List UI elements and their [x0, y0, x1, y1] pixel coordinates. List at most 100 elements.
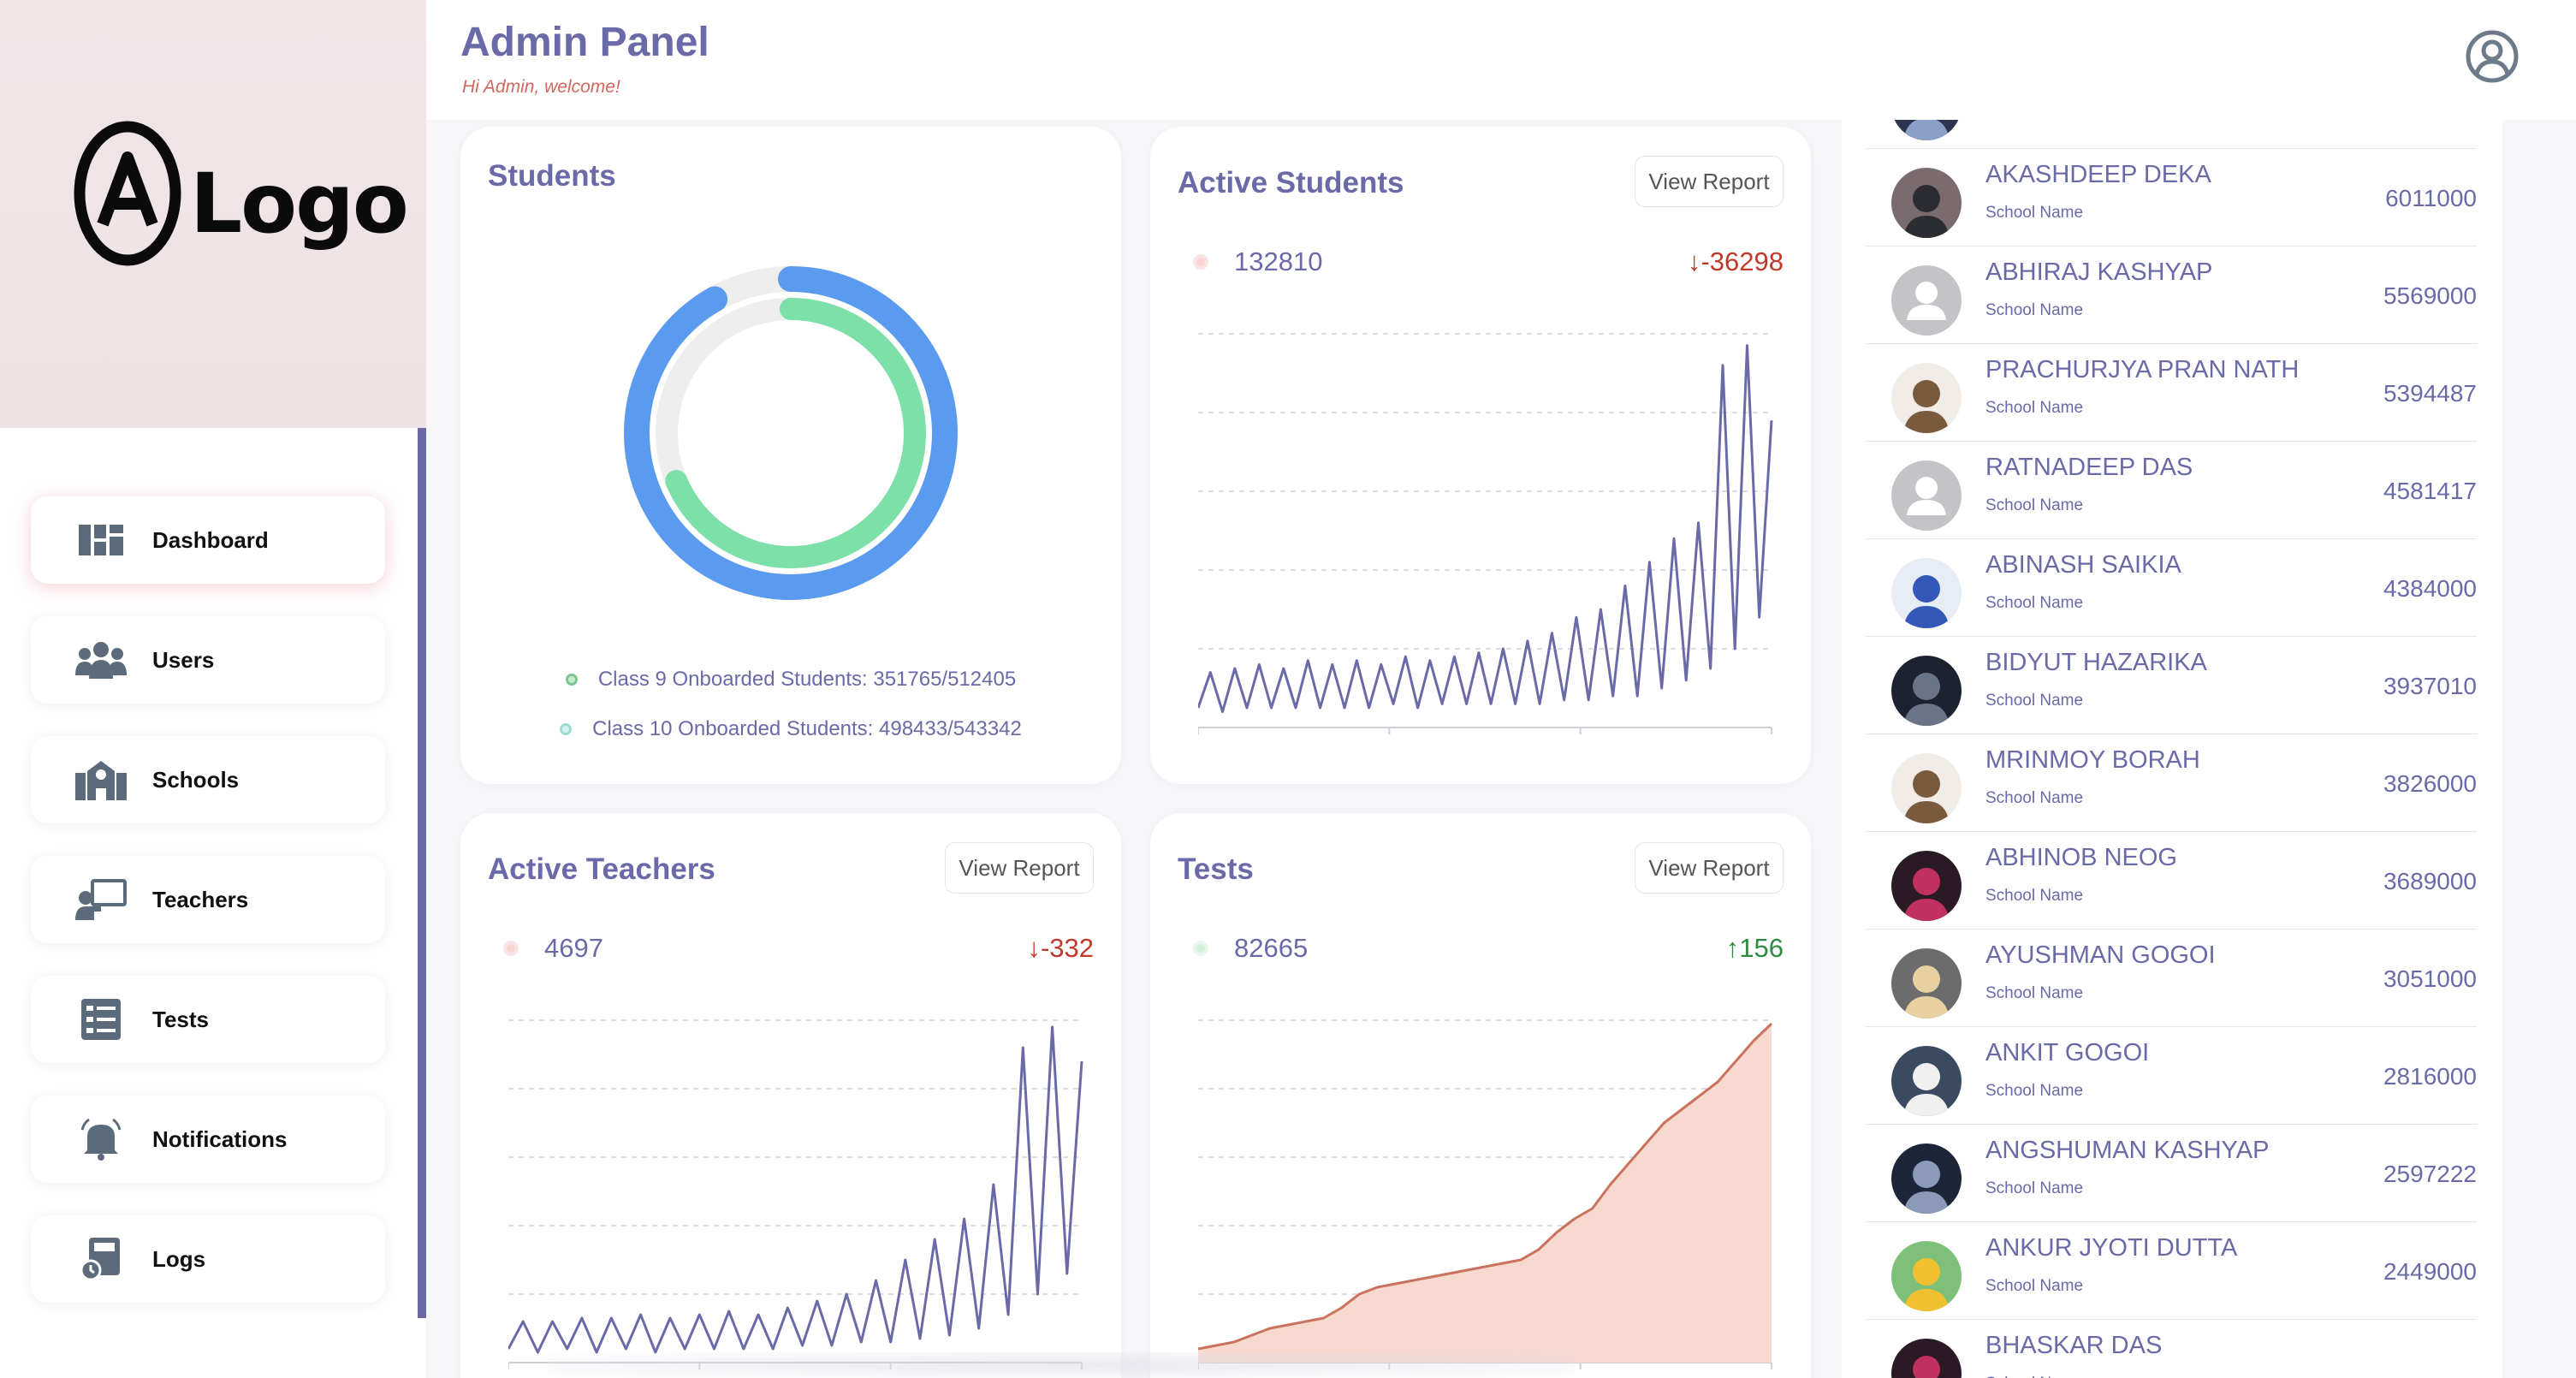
- card-title: Tests: [1178, 852, 1254, 886]
- row-name: ABINASH SAIKIA: [1985, 551, 2181, 579]
- welcome-subtitle: Hi Admin, welcome!: [462, 77, 620, 97]
- avatar: [1891, 948, 1962, 1019]
- row-score: 3826000: [2383, 770, 2477, 797]
- sidebar-item-dashboard[interactable]: Dashboard: [31, 496, 385, 584]
- series-line: [1198, 344, 1773, 714]
- logo-area: Logo: [0, 0, 426, 428]
- active-students-chart: [1198, 333, 1773, 734]
- legend-label-class10: Class 10 Onboarded Students: 498433/5433…: [592, 717, 1022, 740]
- row-score: 4581417: [2383, 478, 2477, 504]
- tests-icon: [75, 997, 127, 1042]
- sidebar-item-label: Notifications: [152, 1126, 288, 1152]
- row-school: School Name: [1985, 887, 2084, 905]
- row-school: School Name: [1985, 301, 2084, 319]
- row-name: BHASKAR DAS: [1985, 1332, 2163, 1359]
- legend-label-class9: Class 9 Onboarded Students: 351765/51240…: [597, 668, 1017, 691]
- list-item[interactable]: ANGSHUMAN KASHYAP School Name 2597222: [1866, 1125, 2477, 1222]
- avatar: [1891, 363, 1962, 433]
- stat-row: 82665 ↑156: [1193, 931, 1784, 965]
- list-item[interactable]: BIDYUT HAZARIKA School Name 3937010: [1866, 637, 2477, 734]
- stat-value: 132810: [1234, 246, 1323, 276]
- sidebar-item-label: Schools: [152, 766, 240, 793]
- avatar: [1891, 120, 1962, 140]
- stat-delta-down: ↓-332: [1027, 933, 1094, 963]
- legend-dot-class10: [560, 723, 573, 735]
- avatar: [1891, 558, 1962, 628]
- sidebar-item-notifications[interactable]: Notifications: [31, 1096, 385, 1183]
- row-school: School Name: [1985, 1277, 2084, 1295]
- avatar: [1891, 1143, 1962, 1214]
- row-score: 3937010: [2383, 673, 2477, 699]
- stat-dot: [1193, 254, 1208, 270]
- stat-delta-down: ↓-36298: [1687, 246, 1784, 276]
- list-item[interactable]: ABHINOB NEOG School Name 3689000: [1866, 832, 2477, 930]
- row-name: ABHINOB NEOG: [1985, 844, 2177, 871]
- stat-dot: [1193, 941, 1208, 956]
- row-name: AYUSHMAN GOGOI: [1985, 941, 2216, 969]
- list-item[interactable]: AKASHDEEP DEKA School Name 6011000: [1866, 149, 2477, 246]
- avatar: [1891, 851, 1962, 921]
- row-name: ANKIT GOGOI: [1985, 1039, 2150, 1066]
- school-icon: [75, 757, 127, 802]
- card-title: Students: [488, 159, 616, 193]
- row-name: PRACHURJYA PRAN NATH: [1985, 356, 2300, 383]
- row-school: School Name: [1985, 120, 2083, 125]
- logo-text: Logo: [190, 156, 409, 252]
- teacher-icon: [75, 877, 127, 922]
- row-school: School Name: [1985, 496, 2084, 514]
- dashboard-icon: [75, 518, 127, 562]
- stat-delta-up: ↑156: [1725, 933, 1784, 963]
- row-school: School Name: [1985, 399, 2084, 417]
- logs-icon: [75, 1237, 127, 1281]
- stat-row: 4697 ↓-332: [503, 931, 1094, 965]
- donut-slice-class10: [624, 266, 958, 600]
- list-item[interactable]: BHASKAR DAS School Name: [1866, 1320, 2477, 1378]
- sidebar-scrollbar[interactable]: [418, 428, 426, 1318]
- row-score: 2597222: [2383, 1161, 2477, 1187]
- view-report-button[interactable]: View Report: [1635, 156, 1784, 207]
- row-school: School Name: [1985, 1375, 2083, 1378]
- active-students-card: Active Students View Report 132810 ↓-362…: [1150, 127, 1811, 784]
- list-item[interactable]: PRACHURJYA PRAN NATH School Name 5394487: [1866, 344, 2477, 442]
- row-name: BIDYUT HAZARIKA: [1985, 649, 2207, 676]
- sidebar-item-label: Teachers: [152, 886, 249, 912]
- bottom-shadow: [548, 1352, 1575, 1378]
- legend-class10: Class 10 Onboarded Students: 498433/5433…: [460, 717, 1121, 741]
- series-line: [508, 1025, 1083, 1354]
- user-circle-icon[interactable]: [2465, 29, 2520, 84]
- row-score: 5569000: [2383, 282, 2477, 309]
- card-title: Active Teachers: [488, 852, 715, 886]
- view-report-button[interactable]: View Report: [945, 842, 1094, 894]
- list-item[interactable]: ABINASH SAIKIA School Name 4384000: [1866, 539, 2477, 637]
- sidebar-item-users[interactable]: Users: [31, 616, 385, 704]
- list-item[interactable]: MRINMOY BORAH School Name 3826000: [1866, 734, 2477, 832]
- page-title: Admin Panel: [460, 20, 709, 65]
- stat-value: 82665: [1234, 933, 1309, 963]
- list-item[interactable]: School Name6402251: [1866, 120, 2477, 149]
- list-item[interactable]: ANKUR JYOTI DUTTA School Name 2449000: [1866, 1222, 2477, 1320]
- row-name: RATNADEEP DAS: [1985, 454, 2193, 481]
- card-title: Active Students: [1178, 166, 1404, 199]
- area-fill: [1198, 1024, 1772, 1363]
- legend-class9: Class 9 Onboarded Students: 351765/51240…: [460, 668, 1121, 692]
- list-item[interactable]: ANKIT GOGOI School Name 2816000: [1866, 1027, 2477, 1125]
- row-school: School Name: [1985, 204, 2084, 222]
- view-report-button[interactable]: View Report: [1635, 842, 1784, 894]
- avatar: [1891, 753, 1962, 823]
- stat-value: 4697: [544, 933, 603, 963]
- row-score: 2449000: [2383, 1258, 2477, 1285]
- list-item[interactable]: AYUSHMAN GOGOI School Name 3051000: [1866, 930, 2477, 1027]
- tests-chart: [1198, 1019, 1773, 1369]
- sidebar-item-label: Tests: [152, 1006, 209, 1032]
- list-item[interactable]: RATNADEEP DAS School Name 4581417: [1866, 442, 2477, 539]
- leaderboard-list[interactable]: School Name6402251 AKASHDEEP DEKA School N…: [1842, 120, 2502, 1378]
- sidebar-item-teachers[interactable]: Teachers: [31, 856, 385, 943]
- active-teachers-chart: [508, 1019, 1083, 1369]
- sidebar-item-tests[interactable]: Tests: [31, 976, 385, 1063]
- row-name: ANGSHUMAN KASHYAP: [1985, 1137, 2270, 1164]
- row-score: 6011000: [2385, 185, 2477, 211]
- sidebar-item-schools[interactable]: Schools: [31, 736, 385, 823]
- list-item[interactable]: ABHIRAJ KASHYAP School Name 5569000: [1866, 246, 2477, 344]
- sidebar-item-logs[interactable]: Logs: [31, 1215, 385, 1303]
- row-score: 5394487: [2383, 380, 2477, 407]
